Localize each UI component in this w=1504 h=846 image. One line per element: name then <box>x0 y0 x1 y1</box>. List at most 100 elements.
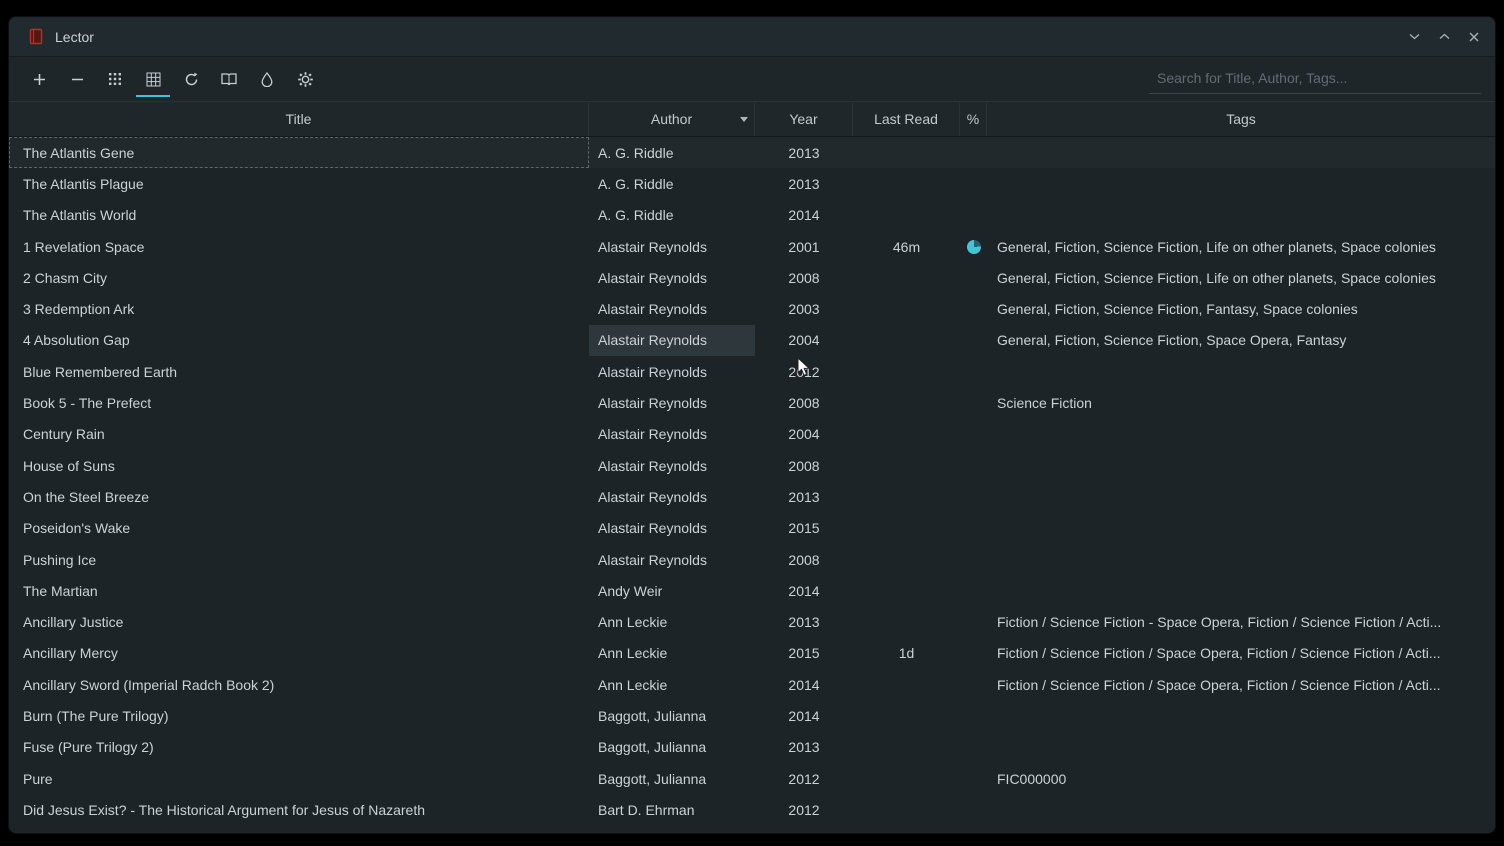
cell-year[interactable]: 2013 <box>755 732 853 763</box>
remove-book-button[interactable] <box>61 61 93 97</box>
cell-tags[interactable] <box>987 137 1495 168</box>
cell-title[interactable]: House of Suns <box>9 450 589 481</box>
table-row[interactable]: Ancillary Mercy Ann Leckie 2015 1d Ficti… <box>9 638 1495 669</box>
cell-year[interactable]: 2003 <box>755 293 853 324</box>
settings-button[interactable] <box>289 61 321 97</box>
cell-author[interactable]: Ann Leckie <box>589 606 755 637</box>
cell-tags[interactable] <box>987 544 1495 575</box>
cell-year[interactable]: 2014 <box>755 700 853 731</box>
cell-tags[interactable] <box>987 450 1495 481</box>
cell-percent[interactable] <box>960 325 987 356</box>
cell-tags[interactable]: Fiction / Science Fiction - Space Opera,… <box>987 606 1495 637</box>
table-row[interactable]: The Atlantis Plague A. G. Riddle 2013 <box>9 168 1495 199</box>
cell-tags[interactable]: Fiction / Science Fiction / Space Opera,… <box>987 669 1495 700</box>
cell-percent[interactable] <box>960 168 987 199</box>
cell-author[interactable]: Baggott, Julianna <box>589 700 755 731</box>
cell-last-read[interactable] <box>853 794 960 825</box>
cell-year[interactable]: 2013 <box>755 481 853 512</box>
cell-percent[interactable] <box>960 700 987 731</box>
cell-title[interactable]: Pure <box>9 763 589 794</box>
table-row[interactable]: Fuse (Pure Trilogy 2) Baggott, Julianna … <box>9 732 1495 763</box>
cell-author[interactable]: Baggott, Julianna <box>589 763 755 794</box>
cell-last-read[interactable] <box>853 606 960 637</box>
cell-year[interactable]: 2012 <box>755 794 853 825</box>
cell-last-read[interactable] <box>853 325 960 356</box>
cell-tags[interactable] <box>987 575 1495 606</box>
table-row[interactable]: Poseidon's Wake Alastair Reynolds 2015 <box>9 513 1495 544</box>
cell-year[interactable]: 2012 <box>755 763 853 794</box>
cell-author[interactable]: Alastair Reynolds <box>589 481 755 512</box>
cell-last-read[interactable] <box>853 763 960 794</box>
cell-author[interactable]: Alastair Reynolds <box>589 513 755 544</box>
cell-author[interactable]: Alastair Reynolds <box>589 450 755 481</box>
cell-title[interactable]: Book 5 - The Prefect <box>9 387 589 418</box>
cell-title[interactable]: Burn (The Pure Trilogy) <box>9 700 589 731</box>
column-header-last-read[interactable]: Last Read <box>853 102 960 136</box>
cell-percent[interactable] <box>960 293 987 324</box>
cell-year[interactable]: 2014 <box>755 200 853 231</box>
cell-author[interactable]: Bart D. Ehrman <box>589 794 755 825</box>
cell-author[interactable]: A. G. Riddle <box>589 137 755 168</box>
cell-percent[interactable] <box>960 794 987 825</box>
cell-last-read[interactable] <box>853 137 960 168</box>
column-header-percent[interactable]: % <box>960 102 987 136</box>
close-window-button[interactable] <box>1465 28 1483 46</box>
cell-last-read[interactable] <box>853 575 960 606</box>
refresh-library-button[interactable] <box>175 61 207 97</box>
cell-year[interactable]: 2001 <box>755 231 853 262</box>
cell-last-read[interactable] <box>853 450 960 481</box>
cell-percent[interactable] <box>960 419 987 450</box>
cell-author[interactable]: Alastair Reynolds <box>589 262 755 293</box>
cell-title[interactable]: 2 Chasm City <box>9 262 589 293</box>
cell-title[interactable]: Blue Remembered Earth <box>9 356 589 387</box>
cell-percent[interactable] <box>960 231 987 262</box>
column-header-author[interactable]: Author <box>589 102 755 136</box>
cell-author[interactable]: Andy Weir <box>589 575 755 606</box>
cell-year[interactable]: 2004 <box>755 325 853 356</box>
restore-window-button[interactable] <box>1435 28 1453 46</box>
cell-last-read[interactable] <box>853 669 960 700</box>
cell-year[interactable]: 2013 <box>755 137 853 168</box>
cell-percent[interactable] <box>960 137 987 168</box>
cell-tags[interactable]: General, Fiction, Science Fiction, Space… <box>987 325 1495 356</box>
cell-last-read[interactable] <box>853 387 960 418</box>
cell-tags[interactable]: FIC000000 <box>987 763 1495 794</box>
cell-year[interactable]: 2015 <box>755 513 853 544</box>
cell-title[interactable]: Ancillary Sword (Imperial Radch Book 2) <box>9 669 589 700</box>
cell-tags[interactable] <box>987 200 1495 231</box>
cell-title[interactable]: On the Steel Breeze <box>9 481 589 512</box>
table-row[interactable]: Pure Baggott, Julianna 2012 FIC000000 <box>9 763 1495 794</box>
shade-window-button[interactable] <box>1405 28 1423 46</box>
cell-tags[interactable]: General, Fiction, Science Fiction, Life … <box>987 231 1495 262</box>
cell-author[interactable]: Alastair Reynolds <box>589 544 755 575</box>
table-row[interactable]: Did Jesus Exist? - The Historical Argume… <box>9 794 1495 825</box>
cell-last-read[interactable] <box>853 700 960 731</box>
cell-last-read[interactable] <box>853 481 960 512</box>
cell-percent[interactable] <box>960 606 987 637</box>
cell-tags[interactable] <box>987 168 1495 199</box>
cell-percent[interactable] <box>960 387 987 418</box>
cell-tags[interactable] <box>987 419 1495 450</box>
theme-color-button[interactable] <box>251 61 283 97</box>
cell-title[interactable]: Poseidon's Wake <box>9 513 589 544</box>
cell-year[interactable]: 2008 <box>755 262 853 293</box>
cell-tags[interactable] <box>987 794 1495 825</box>
cell-year[interactable]: 2008 <box>755 450 853 481</box>
cell-tags[interactable] <box>987 513 1495 544</box>
table-row[interactable]: 1 Revelation Space Alastair Reynolds 200… <box>9 231 1495 262</box>
table-row[interactable]: 3 Redemption Ark Alastair Reynolds 2003 … <box>9 293 1495 324</box>
cell-year[interactable]: 2014 <box>755 669 853 700</box>
cell-year[interactable]: 2004 <box>755 419 853 450</box>
cell-author[interactable]: Alastair Reynolds <box>589 325 755 356</box>
cell-percent[interactable] <box>960 481 987 512</box>
table-row[interactable]: Ancillary Justice Ann Leckie 2013 Fictio… <box>9 606 1495 637</box>
library-button[interactable] <box>213 61 245 97</box>
cell-tags[interactable]: General, Fiction, Science Fiction, Life … <box>987 262 1495 293</box>
cell-percent[interactable] <box>960 450 987 481</box>
cell-tags[interactable]: Fiction / Science Fiction / Space Opera,… <box>987 638 1495 669</box>
cell-title[interactable]: Ancillary Mercy <box>9 638 589 669</box>
table-row[interactable]: On the Steel Breeze Alastair Reynolds 20… <box>9 481 1495 512</box>
table-row[interactable]: 4 Absolution Gap Alastair Reynolds 2004 … <box>9 325 1495 356</box>
add-book-button[interactable] <box>23 61 55 97</box>
cell-title[interactable]: The Atlantis Plague <box>9 168 589 199</box>
